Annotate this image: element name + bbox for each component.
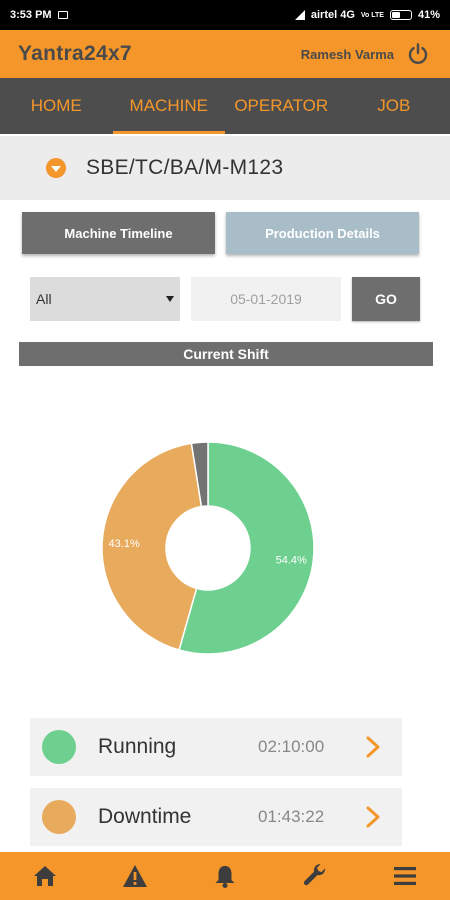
wrench-icon[interactable]: [301, 862, 329, 890]
user-area: Ramesh Varma: [301, 42, 430, 66]
status-duration: 01:43:22: [258, 807, 325, 826]
bottom-nav: [0, 852, 450, 900]
machine-selector[interactable]: SBE/TC/BA/M-M123: [0, 136, 450, 200]
app-bar: Yantra24x7 Ramesh Varma: [0, 30, 450, 78]
app-title: Yantra24x7: [18, 42, 132, 65]
chevron-right-icon[interactable]: [364, 805, 382, 829]
tab-operator[interactable]: OPERATOR: [225, 78, 338, 134]
go-button[interactable]: GO: [352, 277, 420, 321]
status-bar: 3:53 PM airtel 4G Vo LTE 41%: [0, 0, 450, 30]
chevron-down-icon[interactable]: [46, 158, 66, 178]
menu-icon[interactable]: [391, 862, 419, 890]
status-card-downtime[interactable]: Downtime 01:43:22: [30, 788, 402, 846]
chevron-right-icon[interactable]: [364, 735, 382, 759]
main-nav: HOME MACHINE OPERATOR JOB: [0, 78, 450, 134]
volte-indicator: Vo LTE: [360, 11, 384, 19]
filter-select[interactable]: All: [30, 277, 180, 321]
tab-machine[interactable]: MACHINE: [112, 78, 226, 134]
current-shift-header: Current Shift: [19, 342, 433, 366]
status-name: Running: [98, 735, 177, 758]
status-duration: 02:10:00: [258, 737, 325, 756]
warning-icon[interactable]: [121, 862, 149, 890]
status-name: Downtime: [98, 805, 192, 828]
shift-donut-chart: 54.4% 43.1%: [101, 441, 315, 655]
tab-home[interactable]: HOME: [0, 78, 113, 134]
production-details-button[interactable]: Production Details: [226, 212, 419, 254]
donut-slice-label-1: 43.1%: [109, 538, 140, 550]
status-left: 3:53 PM: [10, 9, 68, 21]
user-name: Ramesh Varma: [300, 46, 394, 62]
battery-percent: 41%: [417, 9, 440, 21]
status-card-running[interactable]: Running 02:10:00: [30, 718, 402, 776]
home-icon[interactable]: [31, 862, 59, 890]
tab-job[interactable]: JOB: [338, 78, 450, 134]
downtime-indicator: [42, 800, 76, 834]
running-indicator: [42, 730, 76, 764]
carrier-name: airtel 4G: [310, 9, 355, 21]
filter-select-value: All: [36, 291, 52, 307]
bell-icon[interactable]: [211, 862, 239, 890]
donut-slice-label-0: 54.4%: [276, 555, 307, 567]
dropdown-arrow-icon: [166, 296, 174, 302]
machine-name: SBE/TC/BA/M-M123: [86, 156, 284, 179]
battery-icon: [389, 10, 412, 20]
machine-timeline-button[interactable]: Machine Timeline: [22, 212, 215, 254]
status-time: 3:53 PM: [10, 9, 52, 21]
date-field[interactable]: [191, 277, 341, 321]
signal-icon: [294, 10, 305, 20]
status-right: airtel 4G Vo LTE 41%: [294, 9, 440, 21]
power-icon[interactable]: [406, 42, 430, 66]
notification-icon: [57, 11, 68, 19]
